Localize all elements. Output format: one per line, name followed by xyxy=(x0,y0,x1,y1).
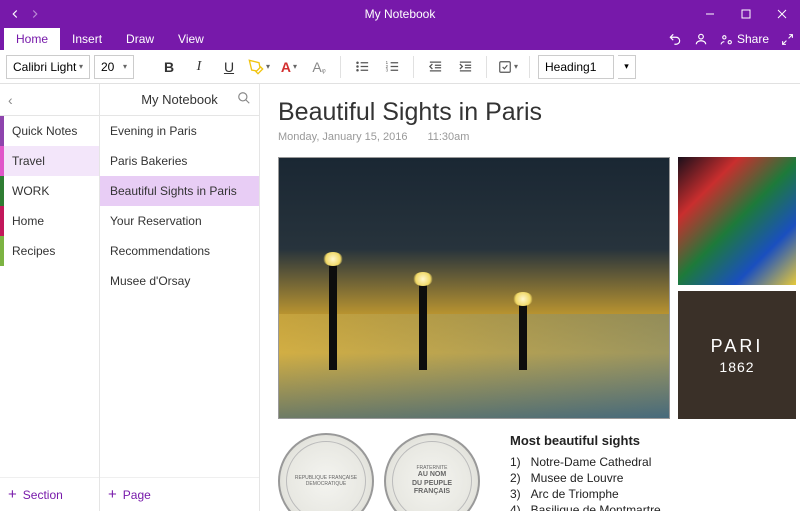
titlebar: My Notebook xyxy=(0,0,800,28)
menu-tab-home[interactable]: Home xyxy=(4,28,60,50)
window-title: My Notebook xyxy=(365,7,436,21)
share-label: Share xyxy=(737,32,769,46)
menubar: HomeInsertDrawView Share xyxy=(0,28,800,50)
indent-button[interactable] xyxy=(452,54,478,80)
search-button[interactable] xyxy=(237,91,251,108)
underline-button[interactable]: U xyxy=(216,54,242,80)
photo-sign[interactable]: PARI 1862 xyxy=(678,291,796,419)
add-page-button[interactable]: +Page xyxy=(100,477,259,511)
close-button[interactable] xyxy=(764,0,800,28)
section-color-stripe xyxy=(0,146,4,176)
style-select-arrow[interactable]: ▾ xyxy=(618,55,636,79)
bullets-button[interactable] xyxy=(349,54,375,80)
note-meta: Monday, January 15, 2016 11:30am xyxy=(278,131,800,143)
coin-1: REPUBLIQUE FRANÇAISE DEMOCRATIQUE xyxy=(278,433,374,511)
section-item[interactable]: Home xyxy=(0,206,99,236)
share-button[interactable]: Share xyxy=(720,32,769,46)
menu-tab-view[interactable]: View xyxy=(166,28,216,50)
sight-item: 4) Basilique de Montmartre xyxy=(510,502,661,511)
font-size-select[interactable]: 20▾ xyxy=(94,55,134,79)
section-label: WORK xyxy=(12,184,49,198)
page-item[interactable]: Beautiful Sights in Paris xyxy=(100,176,259,206)
add-section-button[interactable]: +Section xyxy=(0,477,99,511)
todo-tag-button[interactable]: ▾ xyxy=(495,54,521,80)
section-item[interactable]: Quick Notes xyxy=(0,116,99,146)
font-color-button[interactable]: A▾ xyxy=(276,54,302,80)
note-canvas[interactable]: Beautiful Sights in Paris Monday, Januar… xyxy=(260,84,800,511)
section-label: Travel xyxy=(12,154,45,168)
section-color-stripe xyxy=(0,206,4,236)
share-icon xyxy=(720,33,733,46)
clear-format-button[interactable]: Aᵩ xyxy=(306,54,332,80)
page-item[interactable]: Paris Bakeries xyxy=(100,146,259,176)
user-icon[interactable] xyxy=(694,32,708,46)
page-item[interactable]: Musee d'Orsay xyxy=(100,266,259,296)
section-color-stripe xyxy=(0,176,4,206)
nav-back-icon[interactable] xyxy=(8,7,22,21)
sight-item: 3) Arc de Triomphe xyxy=(510,486,661,502)
sights-heading: Most beautiful sights xyxy=(510,433,661,448)
notebook-back-button[interactable]: ‹ xyxy=(8,92,13,108)
photo-main[interactable] xyxy=(278,157,670,419)
section-color-stripe xyxy=(0,116,4,146)
style-select[interactable]: Heading1 xyxy=(538,55,614,79)
section-label: Recipes xyxy=(12,244,55,258)
page-item[interactable]: Your Reservation xyxy=(100,206,259,236)
sight-item: 1) Notre-Dame Cathedral xyxy=(510,454,661,470)
highlight-button[interactable]: ▾ xyxy=(246,54,272,80)
italic-button[interactable]: I xyxy=(186,54,212,80)
maximize-button[interactable] xyxy=(728,0,764,28)
pages-panel: My Notebook Evening in ParisParis Bakeri… xyxy=(100,84,260,511)
page-item[interactable]: Evening in Paris xyxy=(100,116,259,146)
font-name-select[interactable]: Calibri Light▾ xyxy=(6,55,90,79)
undo-icon[interactable] xyxy=(668,32,682,46)
outdent-button[interactable] xyxy=(422,54,448,80)
section-color-stripe xyxy=(0,236,4,266)
sections-panel: ‹ Quick Notes Travel WORK Home Recipes +Sect… xyxy=(0,84,100,511)
svg-text:3: 3 xyxy=(385,68,388,73)
notebook-label[interactable]: My Notebook xyxy=(100,92,259,107)
coin-2: FRATERNITE AU NOM DU PEUPLE FRANÇAIS xyxy=(384,433,480,511)
minimize-button[interactable] xyxy=(692,0,728,28)
section-label: Home xyxy=(12,214,44,228)
ribbon: Calibri Light▾ 20▾ B I U ▾ A▾ Aᵩ 123 ▾ H… xyxy=(0,50,800,84)
note-time: 11:30am xyxy=(427,131,469,143)
sight-item: 2) Musee de Louvre xyxy=(510,470,661,486)
menu-tab-insert[interactable]: Insert xyxy=(60,28,114,50)
note-date: Monday, January 15, 2016 xyxy=(278,131,407,143)
nav-forward-icon[interactable] xyxy=(28,7,42,21)
section-label: Quick Notes xyxy=(12,124,77,138)
coin-images[interactable]: REPUBLIQUE FRANÇAISE DEMOCRATIQUE FRATER… xyxy=(278,433,480,511)
numbering-button[interactable]: 123 xyxy=(379,54,405,80)
section-item[interactable]: Travel xyxy=(0,146,99,176)
bold-button[interactable]: B xyxy=(156,54,182,80)
menu-tab-draw[interactable]: Draw xyxy=(114,28,166,50)
sights-list[interactable]: Most beautiful sights 1) Notre-Dame Cath… xyxy=(510,433,661,511)
fullscreen-icon[interactable] xyxy=(781,33,794,46)
photo-stained-glass[interactable] xyxy=(678,157,796,285)
note-title[interactable]: Beautiful Sights in Paris xyxy=(278,98,800,127)
page-item[interactable]: Recommendations xyxy=(100,236,259,266)
section-item[interactable]: Recipes xyxy=(0,236,99,266)
section-item[interactable]: WORK xyxy=(0,176,99,206)
